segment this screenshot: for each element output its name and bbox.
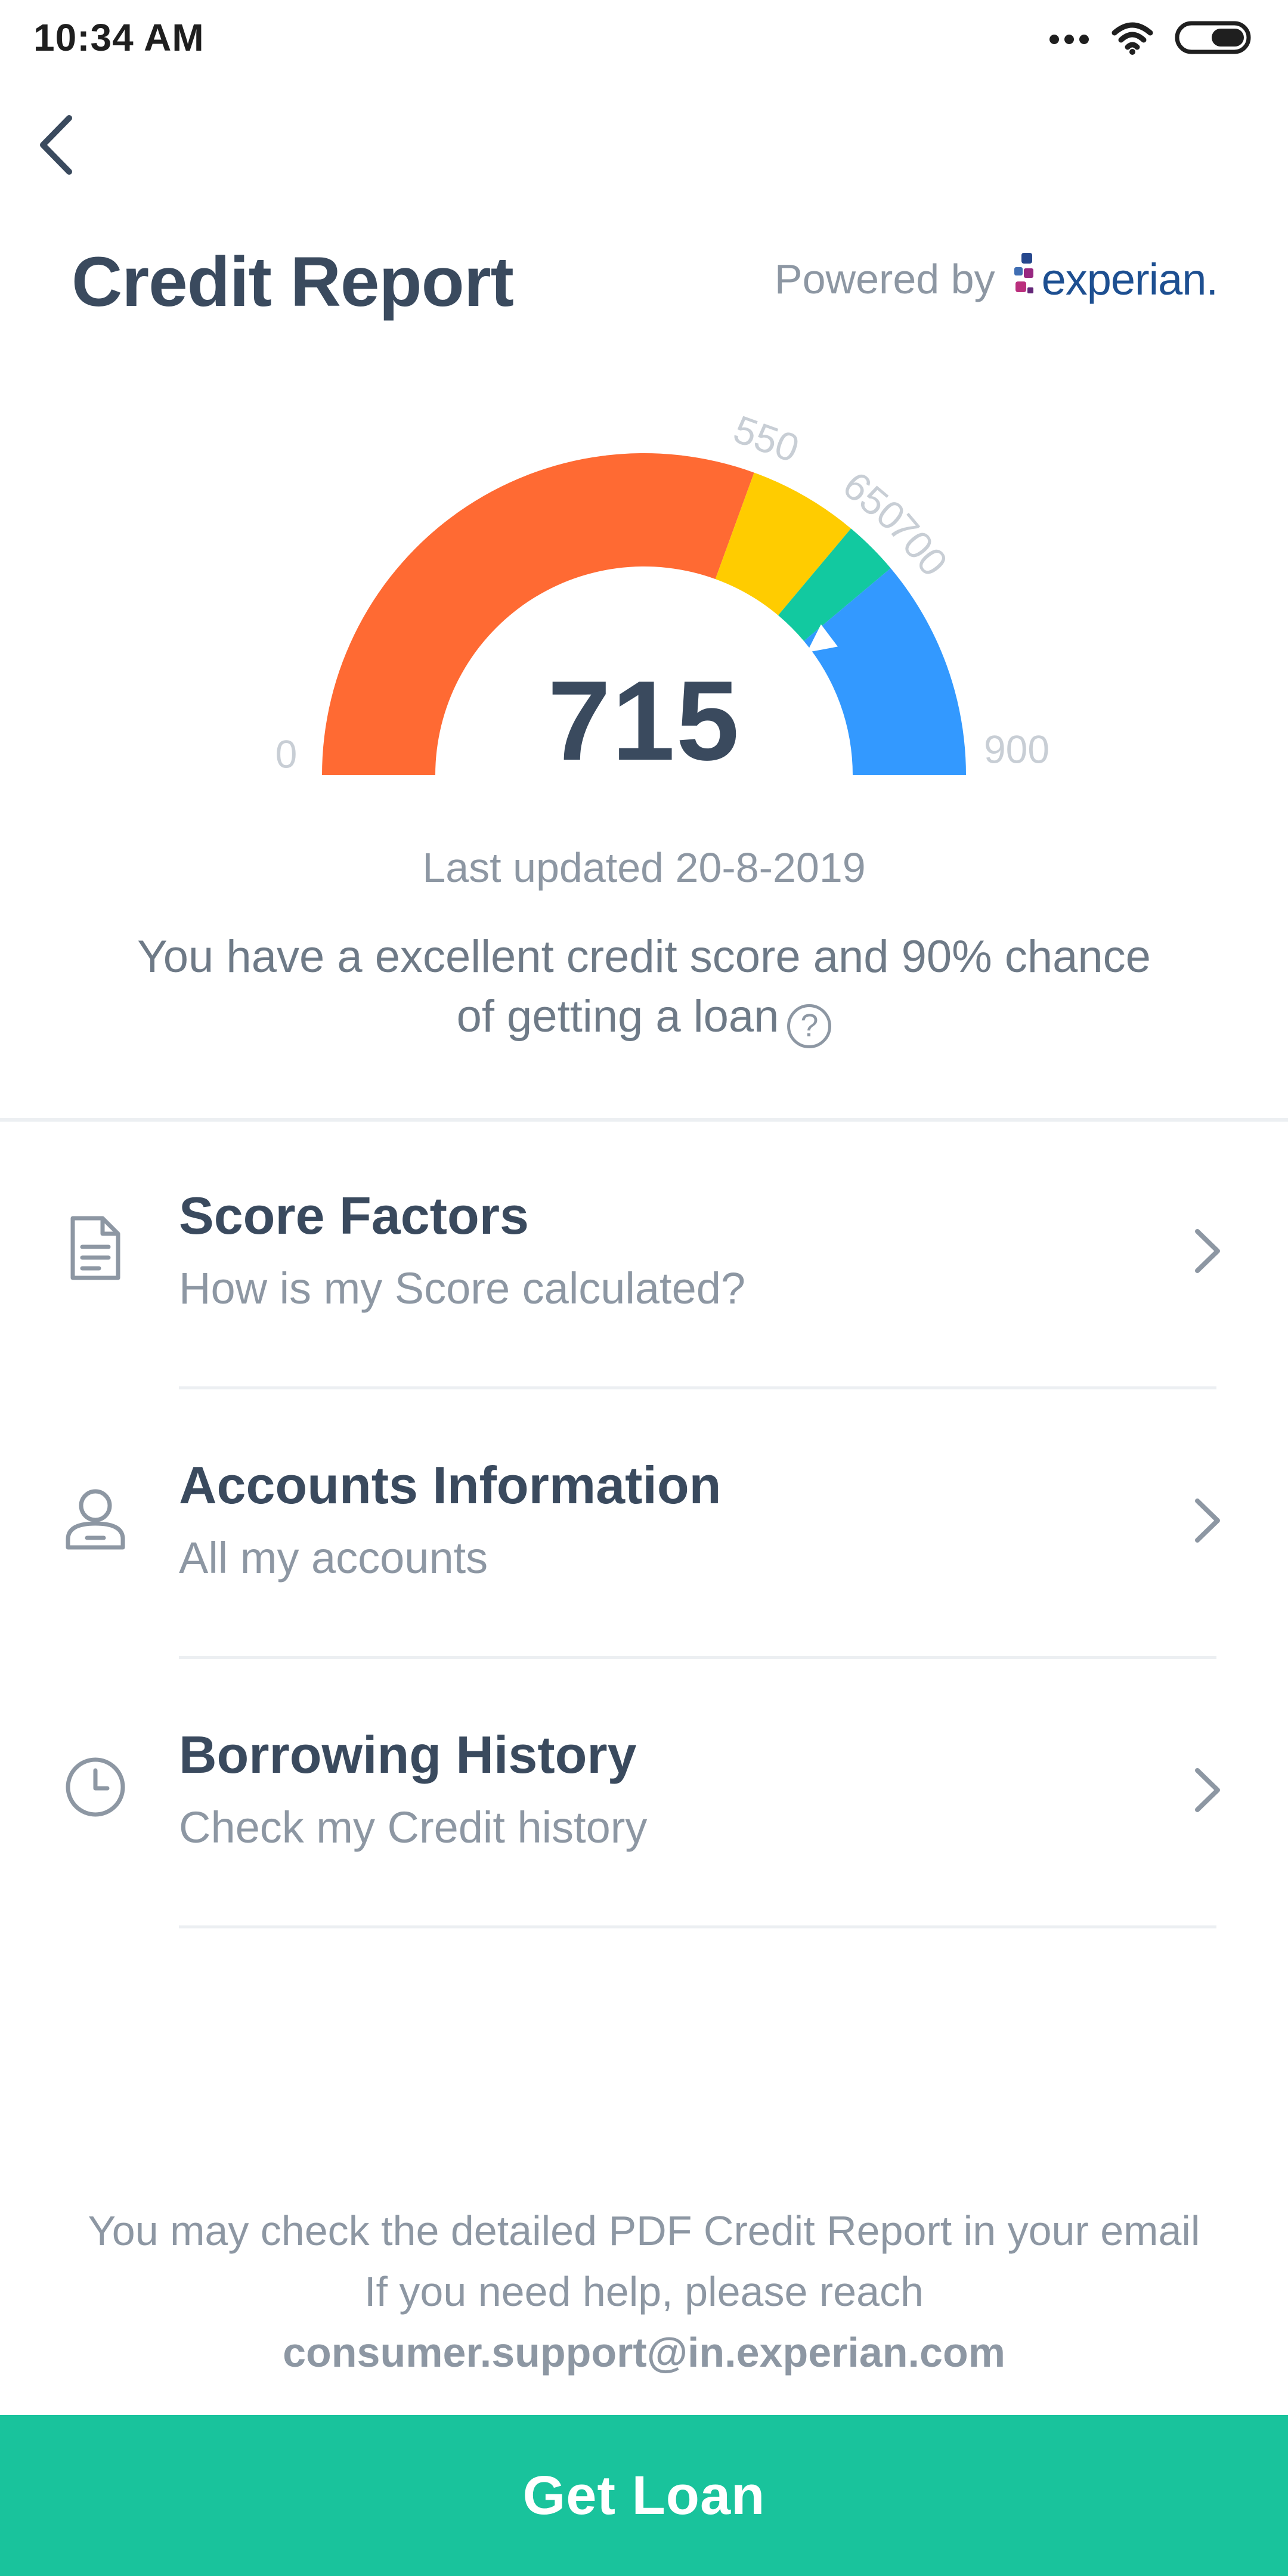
back-button[interactable] <box>35 107 100 185</box>
more-dots-icon <box>1048 29 1090 49</box>
menu-item-subtitle: All my accounts <box>179 1533 488 1583</box>
gauge-tick-label: 550 <box>728 407 805 470</box>
help-icon[interactable]: ? <box>787 1004 832 1048</box>
menu-item-title: Borrowing History <box>179 1725 637 1784</box>
chevron-right-icon <box>1181 1757 1234 1823</box>
status-bar: 10:34 AM <box>0 0 1288 78</box>
clock-icon <box>60 1751 131 1823</box>
last-updated: Last updated 20-8-2019 <box>422 844 866 891</box>
menu-item-title: Score Factors <box>179 1186 529 1245</box>
score-summary: You have a excellent credit score and 90… <box>95 927 1193 1048</box>
powered-by-label: Powered by <box>774 256 995 302</box>
credit-score-value: 715 <box>547 658 741 784</box>
support-email-link[interactable]: consumer.support@in.experian.com <box>0 2322 1288 2383</box>
menu-item-subtitle: How is my Score calculated? <box>179 1264 746 1313</box>
score-summary-line1: You have a excellent credit score and 90… <box>137 931 1151 982</box>
get-loan-button[interactable]: Get Loan <box>0 2415 1288 2576</box>
status-time: 10:34 AM <box>33 16 205 59</box>
chevron-right-icon <box>1181 1488 1234 1553</box>
powered-by: Powered by experian. <box>775 250 1218 308</box>
score-summary-line2: of getting a loan <box>456 991 779 1042</box>
footer-note: You may check the detailed PDF Credit Re… <box>0 2200 1288 2383</box>
experian-logo-mark <box>1014 253 1033 293</box>
chevron-right-icon <box>1181 1218 1234 1284</box>
menu-item-borrowing-history[interactable]: Borrowing History Check my Credit histor… <box>0 1659 1288 1928</box>
menu-item-title: Accounts Information <box>179 1456 722 1515</box>
experian-brand-text: experian. <box>1041 254 1218 304</box>
user-icon <box>60 1482 131 1553</box>
wifi-icon <box>1111 20 1153 58</box>
footer-line2: If you need help, please reach <box>364 2268 924 2315</box>
menu-item-score-factors[interactable]: Score Factors How is my Score calculated… <box>0 1120 1288 1389</box>
document-icon <box>60 1212 131 1284</box>
footer-line1: You may check the detailed PDF Credit Re… <box>88 2207 1200 2254</box>
chevron-left-icon <box>35 112 76 181</box>
page-title: Credit Report <box>72 243 514 321</box>
battery-icon <box>1175 20 1255 58</box>
menu-item-subtitle: Check my Credit history <box>179 1803 648 1852</box>
menu-divider <box>179 1925 1216 1928</box>
experian-logo: experian. <box>1013 250 1218 308</box>
menu-item-accounts-information[interactable]: Accounts Information All my accounts <box>0 1389 1288 1659</box>
status-icons <box>1048 18 1255 60</box>
score-summary-line2-row: of getting a loan? <box>95 987 1193 1048</box>
